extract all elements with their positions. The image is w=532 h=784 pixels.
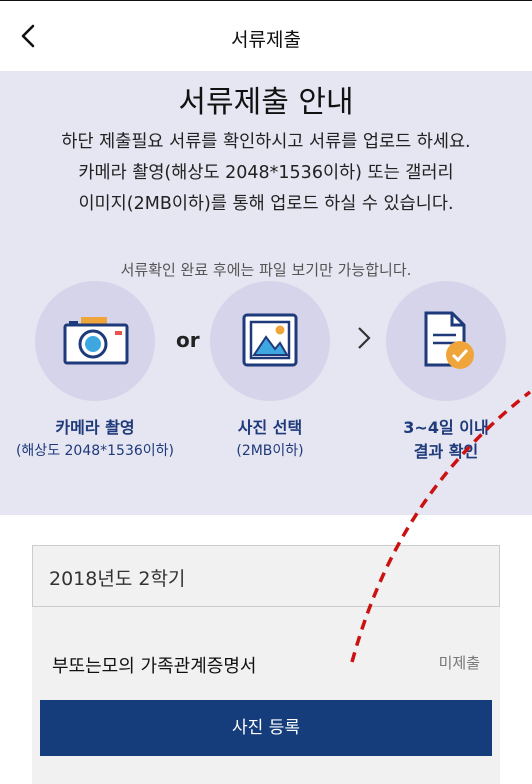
guide-title: 서류제출 안내: [178, 85, 354, 120]
app-header: 서류제출: [0, 1, 532, 71]
guide-description: 하단 제출필요 서류를 확인하시고 서류를 업로드 하세요. 카메라 촬영(해상…: [0, 127, 532, 220]
camera-step-sub: (해상도 2048*1536이하): [15, 443, 175, 459]
semester-header: 2018년도 2학기: [32, 545, 500, 607]
guide-panel: 서류제출 안내 하단 제출필요 서류를 확인하시고 서류를 업로드 하세요. 카…: [0, 71, 532, 515]
or-text: or: [176, 328, 200, 352]
result-step-circle: [386, 281, 506, 401]
camera-step-label: 카메라 촬영: [55, 418, 135, 437]
guide-desc-line: 이미지(2MB이하)를 통해 업로드 하실 수 있습니다.: [78, 194, 454, 214]
semester-label: 2018년도 2학기: [49, 568, 186, 590]
photo-step-label: 사진 선택: [237, 418, 303, 437]
photo-step-circle: [210, 281, 330, 401]
guide-note: 서류확인 완료 후에는 파일 보기만 가능합니다.: [120, 261, 412, 279]
document-name: 부또는모의 가족관계증명서: [52, 656, 257, 677]
photo-step-sub: (2MB이하): [236, 443, 304, 459]
chevron-right-icon: [358, 327, 371, 349]
document-item: 부또는모의 가족관계증명서 미제출 사진 등록: [32, 607, 500, 784]
guide-desc-line: 카메라 촬영(해상도 2048*1536이하) 또는 갤러리: [78, 163, 454, 183]
photo-upload-button[interactable]: 사진 등록: [40, 700, 492, 756]
result-step-label-2: 결과 확인: [413, 442, 479, 461]
result-step-label: 3~4일 이내: [403, 418, 489, 437]
camera-icon: [63, 317, 129, 365]
guide-desc-line: 하단 제출필요 서류를 확인하시고 서류를 업로드 하세요.: [61, 132, 471, 152]
gallery-image-icon: [242, 313, 298, 367]
document-status: 미제출: [438, 654, 480, 672]
page-title: 서류제출: [231, 29, 301, 51]
document-check-icon: [424, 311, 474, 369]
camera-step-circle: [35, 281, 155, 401]
